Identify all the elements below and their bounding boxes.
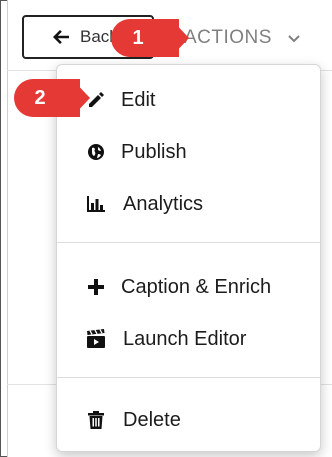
- bar-chart-icon: [86, 194, 106, 214]
- step-badge-1: 1: [111, 19, 189, 57]
- menu-item-publish[interactable]: Publish: [57, 132, 320, 172]
- arrow-left-icon: [53, 30, 69, 44]
- menu-item-analytics[interactable]: Analytics: [57, 184, 320, 224]
- menu-item-label: Publish: [121, 140, 187, 163]
- step-badge-1-number: 1: [132, 26, 144, 49]
- globe-icon: [86, 142, 106, 162]
- menu-item-label: Caption & Enrich: [121, 275, 272, 298]
- menu-item-label: Delete: [123, 408, 181, 431]
- step-badge-2: 2: [14, 79, 90, 117]
- plus-icon: [86, 277, 106, 297]
- menu-item-delete[interactable]: Delete: [57, 400, 320, 440]
- menu-item-label: Analytics: [123, 192, 204, 215]
- chevron-down-icon: [288, 35, 300, 43]
- step-badge-2-number: 2: [34, 86, 46, 109]
- menu-divider: [57, 377, 320, 378]
- actions-label: ACTIONS: [184, 27, 272, 48]
- menu-item-edit[interactable]: Edit: [57, 80, 320, 120]
- actions-dropdown-trigger[interactable]: ACTIONS: [184, 25, 300, 51]
- trash-icon: [86, 410, 106, 430]
- actions-menu: Edit Publish Analytics Caption & Enrich …: [56, 64, 321, 452]
- menu-divider: [57, 242, 320, 243]
- menu-item-label: Edit: [121, 88, 156, 111]
- menu-item-label: Launch Editor: [123, 327, 247, 350]
- menu-item-caption-enrich[interactable]: Caption & Enrich: [57, 267, 320, 307]
- badge-pointer: [171, 19, 189, 57]
- badge-pointer: [72, 79, 90, 117]
- clapperboard-icon: [86, 329, 106, 349]
- menu-item-launch-editor[interactable]: Launch Editor: [57, 319, 320, 359]
